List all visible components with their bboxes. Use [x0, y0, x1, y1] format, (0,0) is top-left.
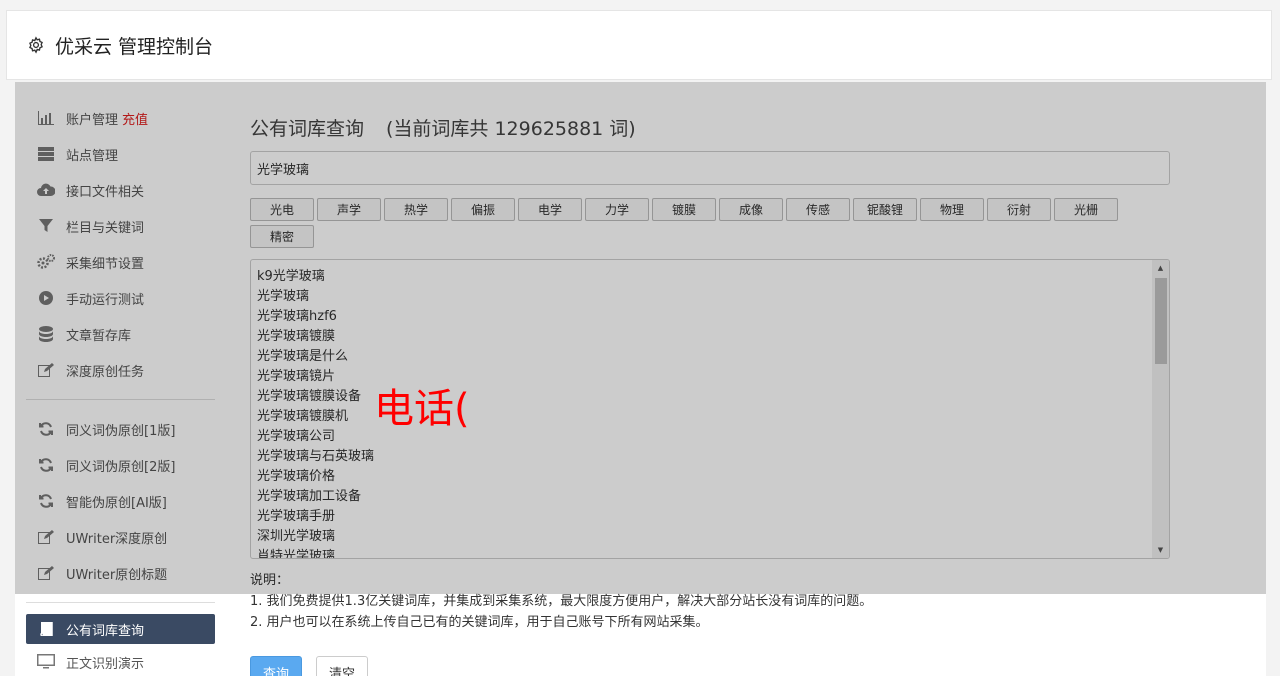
sidebar-item-label: 同义词伪原创[2版]: [66, 459, 176, 475]
sidebar-item-label: UWriter原创标题: [66, 567, 168, 583]
sidebar-item-label: 采集细节设置: [66, 256, 145, 272]
sidebar-item-label: 站点管理: [66, 148, 119, 164]
edit-icon: [37, 362, 55, 378]
recharge-link[interactable]: 充值: [122, 109, 148, 128]
scrollbar[interactable]: ▲ ▼: [1152, 260, 1169, 558]
sidebar-item-label: 同义词伪原创[1版]: [66, 423, 176, 439]
tag-button[interactable]: 热学: [384, 198, 448, 221]
sidebar-item-columns-keywords[interactable]: 栏目与关键词: [26, 208, 215, 244]
tag-list: 光电 声学 热学 偏振 电学 力学 镀膜 成像 传感 铌酸锂 物理 衍射 光栅 …: [250, 198, 1130, 248]
sidebar-item-uwriter-title[interactable]: UWriter原创标题: [26, 555, 215, 591]
edit-icon: [37, 529, 55, 545]
refresh-icon: [37, 457, 55, 473]
sidebar-divider: [26, 602, 215, 603]
sidebar-item-article-storage[interactable]: 文章暂存库: [26, 316, 215, 352]
sidebar-item-manual-test[interactable]: 手动运行测试: [26, 280, 215, 316]
clear-button[interactable]: 清空: [316, 656, 369, 676]
page-title: 公有词库查询 (当前词库共 129625881 词): [250, 114, 636, 141]
tag-button[interactable]: 精密: [250, 225, 314, 248]
list-item: 光学玻璃与石英玻璃: [257, 449, 375, 464]
list-item: k9光学玻璃: [257, 269, 325, 284]
sidebar-item-public-dictionary[interactable]: 公有词库查询: [26, 614, 215, 644]
book-icon: [37, 621, 55, 637]
sidebar: 账户管理 充值 站点管理 接口文件相关 栏目与关键词 采集细节设置 手动运行测试…: [26, 100, 215, 676]
refresh-icon: [37, 493, 55, 509]
list-item: 光学玻璃: [257, 289, 310, 304]
sidebar-item-collect-settings[interactable]: 采集细节设置: [26, 244, 215, 280]
sidebar-item-account[interactable]: 账户管理 充值: [26, 100, 215, 136]
scroll-down-icon[interactable]: ▼: [1152, 542, 1169, 558]
notes-line: 1. 我们免费提供1.3亿关键词库，并集成到采集系统，最大限度方便用户，解决大部…: [250, 594, 873, 609]
play-circle-icon: [37, 290, 55, 306]
sidebar-item-label: UWriter深度原创: [66, 531, 168, 547]
tag-button[interactable]: 铌酸锂: [853, 198, 917, 221]
tag-button[interactable]: 传感: [786, 198, 850, 221]
tag-button[interactable]: 光栅: [1054, 198, 1118, 221]
query-button[interactable]: 查询: [250, 656, 303, 676]
notes-heading: 说明：: [250, 573, 290, 588]
cloud-upload-icon: [37, 182, 55, 198]
tag-button[interactable]: 电学: [518, 198, 582, 221]
sidebar-item-label: 正文识别演示: [66, 656, 145, 672]
refresh-icon: [37, 421, 55, 437]
list-item: 光学玻璃手册: [257, 509, 336, 524]
list-item: 深圳光学玻璃: [257, 529, 336, 544]
tag-button[interactable]: 镀膜: [652, 198, 716, 221]
sidebar-item-label: 接口文件相关: [66, 184, 145, 200]
list-item: 肖特光学玻璃: [257, 549, 336, 559]
list-item: 光学玻璃加工设备: [257, 489, 362, 504]
sidebar-item-label: 栏目与关键词: [66, 220, 145, 236]
page-title-text: 公有词库查询: [250, 118, 365, 140]
filter-icon: [37, 218, 55, 234]
sidebar-item-label: 文章暂存库: [66, 328, 132, 344]
edit-icon: [37, 565, 55, 581]
dictionary-count: (当前词库共 129625881 词): [386, 118, 636, 140]
sidebar-item-label: 账户管理: [66, 112, 119, 128]
notes-line: 2. 用户也可以在系统上传自己已有的关键词库，用于自己账号下所有网站采集。: [250, 615, 709, 630]
scroll-up-icon[interactable]: ▲: [1152, 260, 1169, 276]
sidebar-item-label: 深度原创任务: [66, 364, 145, 380]
console-title: 优采云 管理控制台: [55, 35, 214, 58]
tag-button[interactable]: 光电: [250, 198, 314, 221]
list-item: 光学玻璃hzf6: [257, 309, 337, 324]
sidebar-item-synonym-v1[interactable]: 同义词伪原创[1版]: [26, 411, 215, 447]
bar-chart-icon: [37, 110, 55, 126]
sidebar-item-interface-files[interactable]: 接口文件相关: [26, 172, 215, 208]
sidebar-item-text-recognition[interactable]: 正文识别演示: [26, 644, 215, 676]
sidebar-item-uwriter-deep[interactable]: UWriter深度原创: [26, 519, 215, 555]
gear-icon: [29, 36, 43, 54]
tag-button[interactable]: 衍射: [987, 198, 1051, 221]
sidebar-item-ai-rewrite[interactable]: 智能伪原创[AI版]: [26, 483, 215, 519]
sidebar-item-sites[interactable]: 站点管理: [26, 136, 215, 172]
database-icon: [37, 326, 55, 342]
list-item: 光学玻璃镀膜: [257, 329, 336, 344]
tag-button[interactable]: 声学: [317, 198, 381, 221]
server-icon: [37, 146, 55, 162]
main-panel: 账户管理 充值 站点管理 接口文件相关 栏目与关键词 采集细节设置 手动运行测试…: [15, 82, 1266, 676]
sidebar-item-label: 手动运行测试: [66, 292, 145, 308]
sidebar-item-deep-original[interactable]: 深度原创任务: [26, 352, 215, 388]
phone-overlay-text: 电话(: [374, 386, 470, 432]
notes: 说明： 1. 我们免费提供1.3亿关键词库，并集成到采集系统，最大限度方便用户，…: [250, 570, 872, 633]
sidebar-divider: [26, 399, 215, 400]
tag-button[interactable]: 物理: [920, 198, 984, 221]
tag-button[interactable]: 力学: [585, 198, 649, 221]
keyword-search-input[interactable]: [250, 151, 1170, 185]
monitor-icon: [37, 654, 55, 670]
tag-button[interactable]: 偏振: [451, 198, 515, 221]
gears-icon: [37, 254, 55, 270]
list-item: 光学玻璃是什么: [257, 349, 349, 364]
top-header: 优采云 管理控制台: [6, 10, 1272, 80]
list-item: 光学玻璃价格: [257, 469, 336, 484]
action-buttons: 查询 清空: [250, 656, 369, 676]
sidebar-item-label: 公有词库查询: [66, 623, 145, 639]
scrollbar-thumb[interactable]: [1155, 278, 1167, 364]
sidebar-item-synonym-v2[interactable]: 同义词伪原创[2版]: [26, 447, 215, 483]
tag-button[interactable]: 成像: [719, 198, 783, 221]
sidebar-item-label: 智能伪原创[AI版]: [66, 495, 167, 511]
